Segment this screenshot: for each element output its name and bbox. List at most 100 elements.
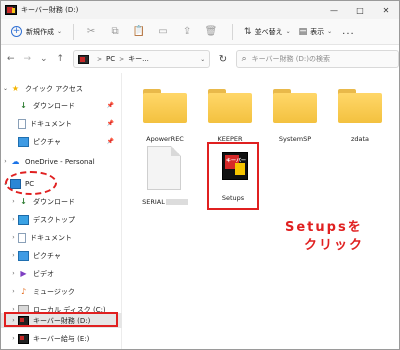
refresh-icon[interactable]: ↻ <box>213 50 232 68</box>
sidebar-item-music[interactable]: › ♪ ミュージック <box>1 284 122 299</box>
sidebar-item-label: ピクチャ <box>33 137 61 146</box>
pc-highlight-ellipse <box>5 171 57 195</box>
sort-icon: ⇅ <box>244 26 252 37</box>
sidebar-item-label: デスクトップ <box>33 215 75 224</box>
sidebar-item-quick-access[interactable]: ⌄ ★ クイック アクセス <box>1 81 122 96</box>
chevron-right-icon[interactable]: › <box>9 234 18 241</box>
chevron-right-icon[interactable]: › <box>1 158 10 165</box>
sort-button-label: 並べ替え <box>254 27 283 36</box>
view-button-label: 表示 <box>310 27 325 36</box>
folder-item[interactable]: ApowerREC <box>137 83 193 143</box>
back-arrow-icon[interactable]: ← <box>4 50 18 68</box>
rename-icon[interactable]: ▭ <box>153 22 173 42</box>
pictures-icon <box>18 250 29 261</box>
chevron-right-icon[interactable]: › <box>9 335 18 342</box>
sidebar-item-pictures-pinned[interactable]: ピクチャ 📌 <box>1 134 122 149</box>
new-button-label: 新規作成 <box>26 27 54 36</box>
folder-icon <box>208 89 252 123</box>
sidebar-item-label: ダウンロード <box>33 101 75 110</box>
pin-icon: 📌 <box>106 102 114 109</box>
folder-item[interactable]: SystemSP <box>267 83 323 143</box>
setups-highlight[interactable]: キーバー Setups <box>207 142 259 210</box>
sidebar-item-label: ピクチャ <box>33 251 61 260</box>
window-title: キーバー財務 (D:) <box>21 6 79 14</box>
sidebar-item-drive-e[interactable]: › キーバー給与 (E:) <box>1 331 122 346</box>
setups-app-icon: キーバー <box>222 152 248 180</box>
address-row: ← → ⌄ ↑ > PC > キー... ⌄ ↻ ⌕ キーバー財務 (D:)の検… <box>1 46 399 72</box>
folder-item[interactable]: zdata <box>332 83 388 143</box>
instruction-annotation: Setupsを クリック <box>285 219 400 255</box>
folder-name: SystemSP <box>278 135 312 143</box>
pin-icon: 📌 <box>106 138 114 145</box>
new-button[interactable]: + 新規作成 ⌄ <box>7 22 66 42</box>
music-icon: ♪ <box>20 287 27 296</box>
sidebar-item-videos[interactable]: › ▶ ビデオ <box>1 266 122 281</box>
instruction-line-1: Setupsを <box>285 220 363 235</box>
navigation-pane: ⌄ ★ クイック アクセス ↓ ダウンロード 📌 ドキュメント 📌 ピクチャ 📌… <box>1 73 122 349</box>
search-input[interactable]: ⌕ キーバー財務 (D:)の検索 <box>235 50 399 68</box>
chevron-down-icon: ⌄ <box>57 28 63 35</box>
file-icon <box>147 146 181 190</box>
sidebar-item-downloads[interactable]: › ↓ ダウンロード <box>1 194 122 209</box>
redacted-text <box>165 199 188 205</box>
chevron-right-icon[interactable]: › <box>9 270 18 277</box>
file-item[interactable]: SERIAL <box>135 146 195 206</box>
up-arrow-icon[interactable]: ↑ <box>54 50 68 68</box>
setups-name: Setups <box>221 194 245 202</box>
paste-icon[interactable]: 📋 <box>129 22 149 42</box>
chevron-down-icon: ⌄ <box>327 28 333 35</box>
share-icon[interactable]: ⇪ <box>177 22 197 42</box>
chevron-down-icon[interactable]: ⌄ <box>200 56 205 63</box>
divider <box>232 23 234 40</box>
minimize-button[interactable]: — <box>321 1 347 19</box>
folder-icon <box>273 89 317 123</box>
sidebar-item-desktop[interactable]: › デスクトップ <box>1 212 122 227</box>
chevron-right-icon[interactable]: › <box>9 198 18 205</box>
plus-icon: + <box>11 26 22 37</box>
title-bar: キーバー財務 (D:) — □ ✕ <box>1 1 399 19</box>
chevron-down-icon[interactable]: ⌄ <box>1 85 10 92</box>
folder-name: zdata <box>350 135 370 143</box>
folder-name: ApowerREC <box>146 135 184 143</box>
folder-item[interactable]: KEEPER <box>202 83 258 143</box>
sidebar-item-documents-pinned[interactable]: ドキュメント 📌 <box>1 116 122 131</box>
file-list: ApowerREC KEEPER SystemSP zdata SERIAL キ… <box>123 73 399 349</box>
sidebar-item-downloads-pinned[interactable]: ↓ ダウンロード 📌 <box>1 98 122 113</box>
desktop-icon <box>18 214 29 225</box>
window-controls: — □ ✕ <box>321 1 399 19</box>
copy-icon[interactable]: ⧉ <box>105 22 125 42</box>
file-name: SERIAL <box>135 198 195 206</box>
sidebar-item-onedrive[interactable]: › ☁ OneDrive - Personal <box>1 154 122 169</box>
close-button[interactable]: ✕ <box>373 1 399 19</box>
chevron-right-icon: > <box>119 55 125 63</box>
breadcrumb-pc[interactable]: PC <box>106 55 115 63</box>
pictures-icon <box>18 136 29 147</box>
chevron-right-icon[interactable]: › <box>9 216 18 223</box>
maximize-button[interactable]: □ <box>347 1 373 19</box>
folder-icon <box>143 89 187 123</box>
view-icon: ▤ <box>298 26 308 37</box>
chevron-right-icon[interactable]: › <box>9 288 18 295</box>
search-placeholder: キーバー財務 (D:)の検索 <box>251 55 330 63</box>
address-bar[interactable]: > PC > キー... ⌄ <box>73 50 211 68</box>
breadcrumb-drive[interactable]: キー... <box>128 54 149 64</box>
chevron-down-icon: ⌄ <box>285 28 291 35</box>
instruction-line-2: クリック <box>304 238 365 253</box>
view-button[interactable]: ▤ 表示 ⌄ <box>295 22 337 42</box>
forward-arrow-icon[interactable]: → <box>21 50 35 68</box>
cut-icon[interactable]: ✂ <box>81 22 101 42</box>
folder-icon <box>338 89 382 123</box>
sidebar-item-label: クイック アクセス <box>25 84 83 93</box>
drive-highlight-box <box>4 312 118 327</box>
chevron-right-icon[interactable]: › <box>9 252 18 259</box>
sidebar-item-documents[interactable]: › ドキュメント <box>1 230 122 245</box>
sidebar-item-label: キーバー給与 (E:) <box>33 334 90 343</box>
download-icon: ↓ <box>20 197 27 206</box>
setups-icon-text: キーバー <box>226 158 246 164</box>
delete-icon[interactable]: 🗑 <box>201 22 221 42</box>
recent-chevron-icon[interactable]: ⌄ <box>37 50 51 68</box>
sort-button[interactable]: ⇅ 並べ替え ⌄ <box>240 22 295 42</box>
sidebar-item-label: ドキュメント <box>30 233 72 242</box>
more-options-button[interactable]: ... <box>342 26 355 37</box>
sidebar-item-pictures[interactable]: › ピクチャ <box>1 248 122 263</box>
